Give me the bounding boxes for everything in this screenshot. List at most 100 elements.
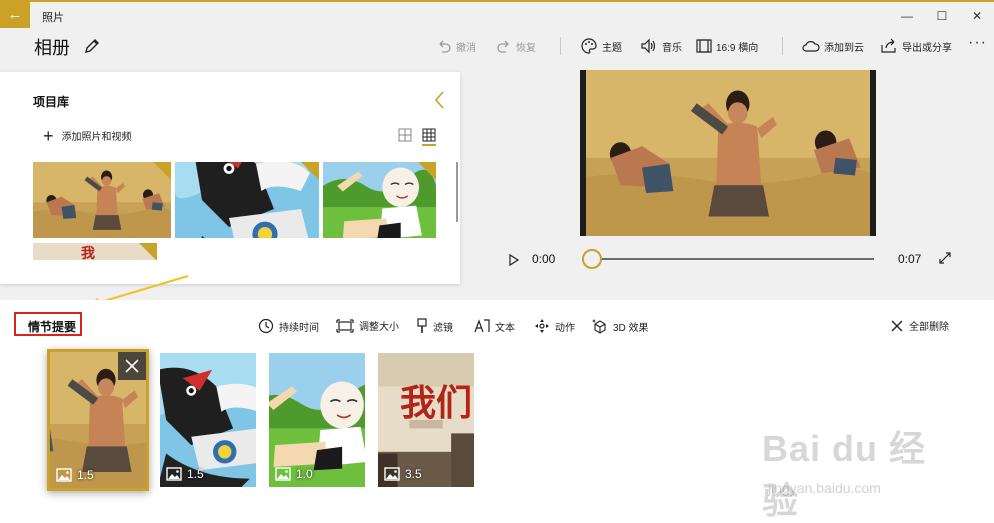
palette-icon bbox=[581, 38, 597, 54]
clip-duration-value: 1.5 bbox=[77, 468, 94, 482]
title-bar: ← 照片 — ☐ ✕ bbox=[0, 2, 994, 30]
close-button[interactable]: ✕ bbox=[962, 6, 992, 26]
play-icon[interactable] bbox=[507, 253, 520, 267]
export-share-label: 导出或分享 bbox=[902, 42, 952, 54]
duration-label: 持续时间 bbox=[279, 322, 319, 334]
current-time: 0:00 bbox=[532, 252, 556, 266]
image-icon bbox=[384, 467, 400, 481]
clip-duration-value: 1.5 bbox=[187, 467, 204, 481]
add-photos-videos-label: 添加照片和视频 bbox=[61, 132, 132, 143]
banner-characters: 我们 bbox=[400, 383, 472, 424]
album-title: 相册 bbox=[34, 38, 70, 58]
remove-all-label: 全部删除 bbox=[909, 322, 949, 333]
storyboard-clip[interactable]: 1.5 bbox=[160, 353, 256, 487]
clock-icon bbox=[258, 318, 274, 334]
storyboard-clip[interactable]: 1.0 bbox=[269, 353, 365, 487]
video-preview bbox=[580, 70, 876, 236]
maximize-button[interactable]: ☐ bbox=[927, 6, 957, 26]
3d-effects-label: 3D 效果 bbox=[613, 322, 649, 334]
motion-label: 动作 bbox=[555, 322, 575, 334]
library-scrollbar[interactable] bbox=[456, 162, 458, 222]
motion-icon bbox=[535, 319, 549, 333]
undo-label: 撤消 bbox=[456, 42, 476, 54]
filter-button[interactable]: 滤镜 bbox=[416, 318, 453, 334]
app-title: 照片 bbox=[42, 12, 64, 24]
seek-bar-thumb[interactable] bbox=[582, 249, 602, 269]
duration-button[interactable]: 持续时间 bbox=[258, 318, 319, 334]
baidu-watermark: Bai du 经验 jingyan.baidu.com bbox=[762, 420, 952, 521]
resize-button[interactable]: 调整大小 bbox=[336, 318, 399, 333]
library-thumbnail[interactable] bbox=[33, 162, 171, 238]
clip-duration-value: 1.0 bbox=[296, 467, 313, 481]
resize-icon bbox=[336, 318, 354, 333]
3d-effects-button[interactable]: 3D 效果 bbox=[592, 318, 649, 334]
music-label: 音乐 bbox=[662, 42, 682, 54]
library-thumbnail[interactable] bbox=[175, 162, 319, 238]
added-to-storyboard-marker bbox=[301, 162, 319, 180]
project-library-panel: 项目库 + 添加照片和视频 我 bbox=[0, 72, 460, 284]
playback-controls: 0:00 0:07 bbox=[500, 248, 960, 270]
close-icon bbox=[891, 320, 903, 331]
undo-button[interactable]: 撤消 bbox=[436, 36, 476, 56]
text-button[interactable]: 文本 bbox=[474, 318, 515, 334]
undo-icon bbox=[439, 40, 451, 53]
preview-frame bbox=[580, 70, 876, 236]
filter-label: 滤镜 bbox=[433, 322, 453, 334]
added-to-storyboard-marker bbox=[418, 162, 436, 180]
image-icon bbox=[56, 468, 72, 482]
filter-brush-icon bbox=[417, 318, 427, 333]
text-icon bbox=[474, 319, 490, 333]
seek-bar-track[interactable] bbox=[592, 258, 874, 260]
edit-title-pencil-icon[interactable] bbox=[82, 36, 102, 56]
add-to-cloud-label: 添加到云 bbox=[824, 42, 864, 54]
music-button[interactable]: 音乐 bbox=[640, 36, 682, 56]
clip-duration: 1.5 bbox=[56, 468, 94, 482]
svg-text:我: 我 bbox=[81, 246, 95, 260]
add-photos-videos-button[interactable]: + 添加照片和视频 bbox=[43, 125, 132, 146]
aspect-ratio-icon bbox=[696, 39, 712, 53]
fullscreen-icon[interactable] bbox=[938, 251, 952, 265]
more-options-button[interactable]: ··· bbox=[968, 34, 987, 52]
theme-button[interactable]: 主题 bbox=[580, 36, 622, 56]
aspect-ratio-button[interactable]: 16:9 横向 bbox=[696, 36, 758, 56]
clip-duration: 1.5 bbox=[166, 467, 204, 481]
small-tiles-view-icon[interactable] bbox=[398, 128, 412, 142]
speaker-icon bbox=[641, 38, 656, 54]
storyboard-title: 情节提要 bbox=[28, 320, 77, 334]
cloud-icon bbox=[802, 41, 820, 52]
remove-all-button[interactable]: 全部删除 bbox=[890, 318, 949, 333]
added-to-storyboard-marker bbox=[153, 162, 171, 180]
3d-cube-sparkle-icon bbox=[592, 319, 606, 334]
cartoon-motorbike-image bbox=[175, 162, 319, 238]
collapse-chevron-left-icon[interactable] bbox=[433, 90, 447, 110]
clip-duration: 3.5 bbox=[384, 467, 422, 481]
back-button[interactable]: ← bbox=[0, 2, 30, 28]
redo-label: 恢复 bbox=[516, 42, 536, 54]
large-tiles-view-icon[interactable] bbox=[422, 128, 436, 146]
total-time: 0:07 bbox=[898, 252, 922, 266]
storyboard-clip[interactable]: 1.5 bbox=[47, 349, 149, 491]
command-separator bbox=[782, 37, 783, 55]
share-icon bbox=[881, 38, 896, 53]
close-icon bbox=[125, 359, 139, 373]
redo-icon bbox=[497, 40, 509, 53]
aspect-ratio-label: 16:9 横向 bbox=[716, 42, 759, 54]
motion-button[interactable]: 动作 bbox=[534, 318, 575, 334]
add-to-cloud-button[interactable]: 添加到云 bbox=[802, 36, 864, 56]
library-thumbnail[interactable]: 我 bbox=[33, 243, 157, 260]
watermark-brand: Bai du 经验 bbox=[762, 428, 927, 521]
clip-duration-value: 3.5 bbox=[405, 467, 422, 481]
redo-button[interactable]: 恢复 bbox=[496, 36, 536, 56]
command-separator bbox=[560, 37, 561, 55]
export-share-button[interactable]: 导出或分享 bbox=[880, 36, 952, 56]
added-to-storyboard-marker bbox=[139, 243, 157, 260]
library-thumbnail[interactable] bbox=[323, 162, 436, 238]
resize-label: 调整大小 bbox=[359, 322, 399, 333]
plus-icon: + bbox=[43, 125, 54, 146]
storyboard-clip[interactable]: 我们 3.5 bbox=[378, 353, 474, 487]
text-label: 文本 bbox=[495, 322, 515, 334]
minimize-button[interactable]: — bbox=[892, 6, 922, 26]
image-icon bbox=[166, 467, 182, 481]
theme-label: 主题 bbox=[602, 42, 622, 54]
remove-clip-button[interactable] bbox=[118, 352, 146, 380]
